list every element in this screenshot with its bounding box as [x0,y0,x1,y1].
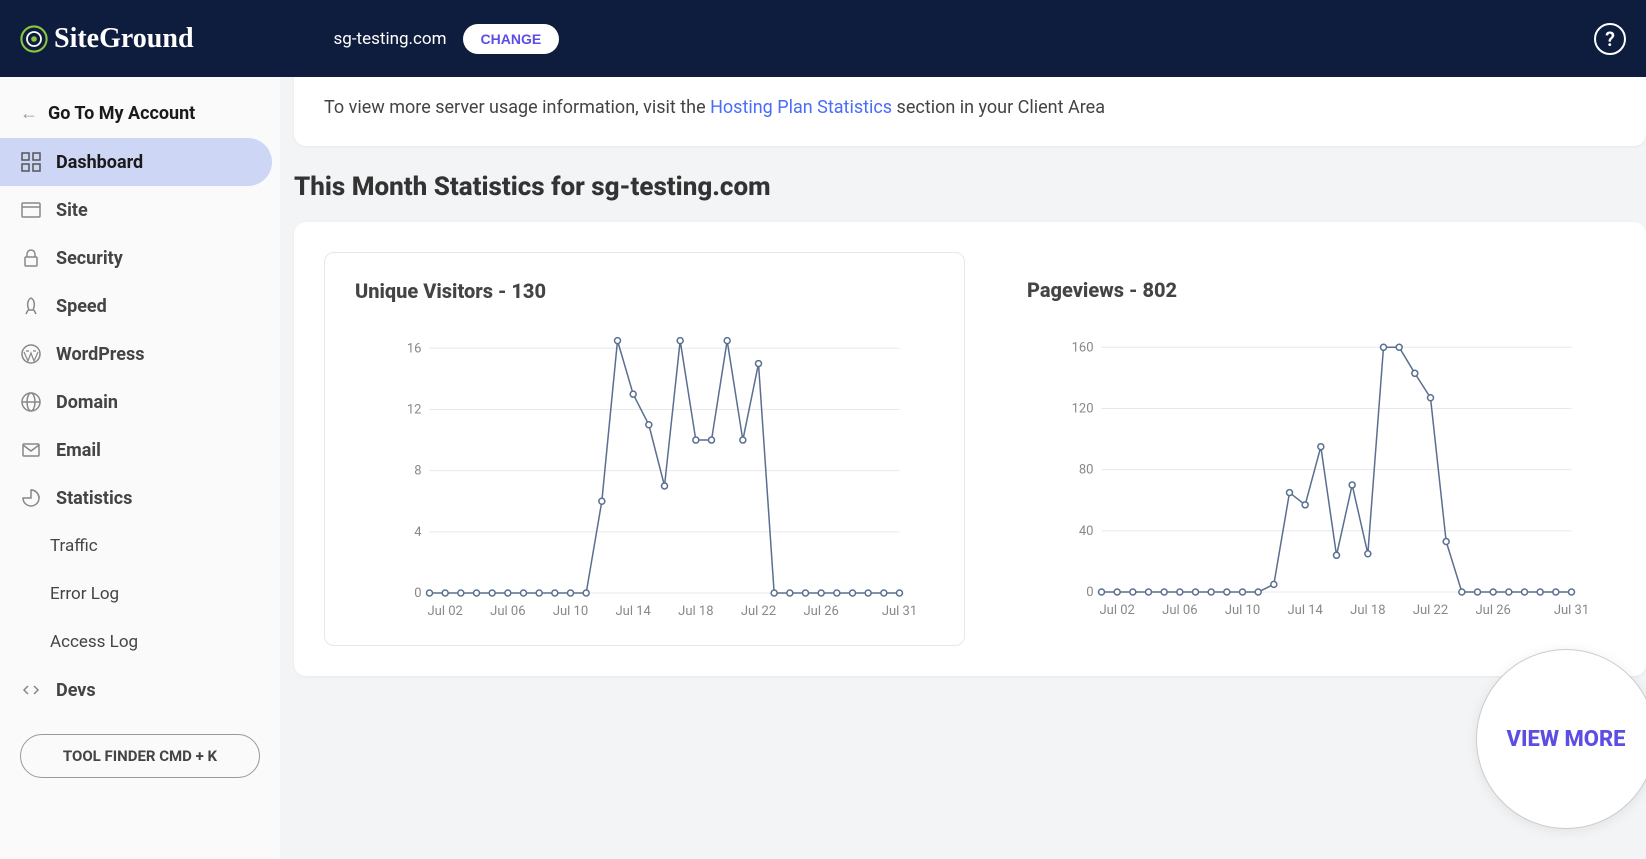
rocket-icon [20,295,42,317]
domain-area: sg-testing.com CHANGE [334,24,560,54]
arrow-left-icon: ← [20,103,38,124]
current-domain: sg-testing.com [334,29,447,49]
svg-text:Jul 14: Jul 14 [615,604,651,619]
view-more-button[interactable]: VIEW MORE [1476,649,1646,829]
svg-text:Jul 02: Jul 02 [1099,603,1134,618]
sidebar-item-wordpress[interactable]: WordPress [0,330,280,378]
sidebar-item-dashboard[interactable]: Dashboard [0,138,272,186]
brand-logo[interactable]: SiteGround [20,23,194,55]
lock-icon [20,247,42,269]
svg-text:12: 12 [407,402,422,417]
wordpress-icon [20,343,42,365]
svg-text:Jul 26: Jul 26 [803,604,838,619]
change-domain-button[interactable]: CHANGE [463,24,560,54]
svg-text:Jul 18: Jul 18 [678,604,713,619]
svg-text:4: 4 [414,525,422,540]
siteground-icon [20,25,48,53]
svg-text:Jul 14: Jul 14 [1287,603,1323,618]
grid-icon [20,151,42,173]
sidebar-item-statistics[interactable]: Statistics [0,474,280,522]
tool-finder-button[interactable]: TOOL FINDER CMD + K [20,734,260,778]
globe-icon [20,391,42,413]
hosting-plan-stats-link[interactable]: Hosting Plan Statistics [710,97,892,118]
svg-text:Jul 18: Jul 18 [1350,603,1385,618]
charts-card: Unique Visitors - 130 0 4 8 12 16 Jul 02 Jul 0… [294,222,1646,676]
sidebar-item-site[interactable]: Site [0,186,280,234]
svg-text:120: 120 [1072,401,1094,416]
sidebar-item-email[interactable]: Email [0,426,280,474]
svg-text:160: 160 [1072,340,1094,355]
unique-visitors-chart-box: Unique Visitors - 130 0 4 8 12 16 Jul 02 Jul 0… [324,252,965,646]
svg-text:0: 0 [414,586,421,601]
info-card: To view more server usage information, v… [294,77,1646,146]
mail-icon [20,439,42,461]
chart-title: Unique Visitors - 130 [355,279,944,303]
sidebar: ← Go To My Account Dashboard Site Securi… [0,77,280,859]
sidebar-item-label: Email [56,440,101,461]
sidebar-item-label: Site [56,200,88,221]
sidebar-item-label: Speed [56,296,107,317]
info-text: To view more server usage information, v… [324,77,1616,118]
sidebar-item-domain[interactable]: Domain [0,378,280,426]
svg-text:Jul 06: Jul 06 [490,604,525,619]
chart-icon [20,487,42,509]
sidebar-item-security[interactable]: Security [0,234,280,282]
back-to-account-link[interactable]: ← Go To My Account [0,89,280,138]
top-header: SiteGround sg-testing.com CHANGE ? [0,0,1646,77]
sidebar-sub-errorlog[interactable]: Error Log [0,570,280,618]
svg-text:8: 8 [414,464,421,479]
code-icon [20,679,42,701]
back-label: Go To My Account [48,103,195,124]
main-content: To view more server usage information, v… [280,77,1646,859]
svg-text:Jul 31: Jul 31 [1554,603,1589,618]
svg-text:0: 0 [1086,585,1093,600]
sidebar-item-label: Domain [56,392,118,413]
sidebar-sub-accesslog[interactable]: Access Log [0,618,280,666]
brand-name: SiteGround [54,23,194,55]
sidebar-item-label: WordPress [56,344,144,365]
browser-icon [20,199,42,221]
svg-text:Jul 06: Jul 06 [1162,603,1197,618]
sidebar-item-label: Statistics [56,488,132,509]
sidebar-item-label: Devs [56,680,96,701]
svg-text:Jul 10: Jul 10 [553,604,588,619]
svg-text:Jul 31: Jul 31 [882,604,917,619]
svg-text:Jul 10: Jul 10 [1225,603,1260,618]
svg-text:40: 40 [1079,524,1094,539]
svg-text:Jul 26: Jul 26 [1475,603,1510,618]
section-title: This Month Statistics for sg-testing.com [294,172,1646,202]
pageviews-chart-box: Pageviews - 802 0 40 80 120 160 Jul 02 Jul 06 J… [997,252,1616,646]
svg-text:Jul 22: Jul 22 [741,604,776,619]
svg-text:80: 80 [1079,463,1094,478]
svg-text:16: 16 [407,341,422,356]
help-icon[interactable]: ? [1594,23,1626,55]
svg-text:Jul 02: Jul 02 [427,604,462,619]
pageviews-chart: 0 40 80 120 160 Jul 02 Jul 06 Jul 10 Jul 14 Jul 1… [1027,322,1616,622]
unique-visitors-chart: 0 4 8 12 16 Jul 02 Jul 06 Jul 10 Jul 14 Jul 18 Jul… [355,323,944,623]
sidebar-item-label: Dashboard [56,152,143,173]
svg-text:Jul 22: Jul 22 [1413,603,1448,618]
sidebar-item-speed[interactable]: Speed [0,282,280,330]
sidebar-sub-traffic[interactable]: Traffic [0,522,280,570]
sidebar-item-devs[interactable]: Devs [0,666,280,714]
sidebar-item-label: Security [56,248,123,269]
chart-title: Pageviews - 802 [1027,278,1616,302]
